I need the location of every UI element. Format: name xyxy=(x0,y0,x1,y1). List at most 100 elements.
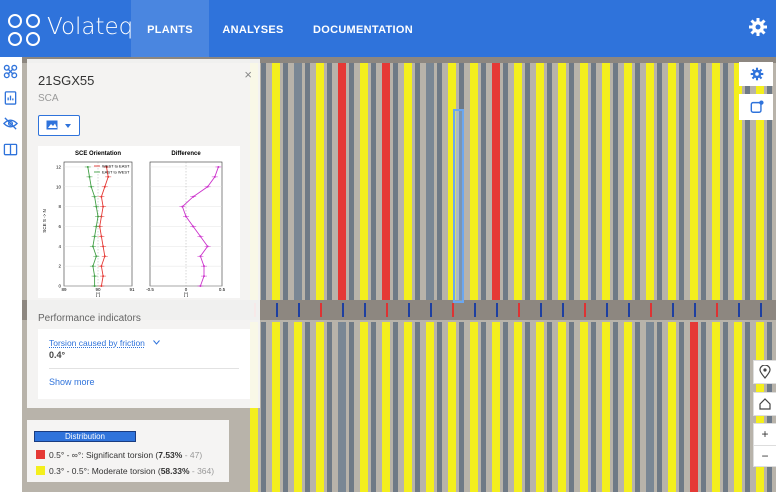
collector-strip[interactable] xyxy=(624,322,632,492)
collector-mirror xyxy=(723,63,728,300)
collector-mirror xyxy=(569,322,574,492)
collector-strip[interactable] xyxy=(470,63,478,300)
collector-strip[interactable] xyxy=(294,322,302,492)
pylon-marker xyxy=(276,303,278,317)
collector-mirror xyxy=(569,63,574,300)
kpi-torsion-label[interactable]: Torsion caused by friction xyxy=(49,338,145,348)
right-chart-title: Difference xyxy=(171,151,201,157)
collector-mirror xyxy=(613,322,618,492)
locate-button[interactable] xyxy=(753,360,776,384)
collector-mirror xyxy=(349,63,354,300)
legend-row-significant: 0.5° - ∞°: Significant torsion (7.53% - … xyxy=(36,450,202,460)
selected-collector[interactable] xyxy=(453,109,464,303)
show-more-link[interactable]: Show more xyxy=(49,377,95,387)
data-point xyxy=(199,235,202,238)
collector-strip[interactable] xyxy=(668,63,676,300)
collector-strip[interactable] xyxy=(536,63,544,300)
collector-strip[interactable] xyxy=(536,322,544,492)
collector-strip[interactable] xyxy=(426,63,434,300)
collector-strip[interactable] xyxy=(338,322,346,492)
collector-strip[interactable] xyxy=(492,63,500,300)
collector-strip[interactable] xyxy=(514,322,522,492)
collector-strip[interactable] xyxy=(338,63,346,300)
collector-strip[interactable] xyxy=(316,63,324,300)
zoom-in-button[interactable]: + xyxy=(754,424,776,445)
collector-strip[interactable] xyxy=(646,63,654,300)
image-select-dropdown[interactable] xyxy=(38,115,80,136)
pylon-marker xyxy=(694,303,696,317)
collector-strip[interactable] xyxy=(668,322,676,492)
collector-strip[interactable] xyxy=(448,322,456,492)
collector-strip[interactable] xyxy=(580,63,588,300)
zoom-out-button[interactable]: − xyxy=(754,445,776,467)
drone-icon[interactable] xyxy=(3,64,18,79)
tab-documentation[interactable]: DOCUMENTATION xyxy=(303,0,423,57)
y-tick-label: 10 xyxy=(56,184,62,189)
close-panel-button[interactable]: × xyxy=(244,67,252,82)
settings-gear-icon[interactable] xyxy=(748,17,768,37)
legend-range: 0.5° - ∞°: Significant torsion ( xyxy=(49,450,159,460)
collector-strip[interactable] xyxy=(602,63,610,300)
collector-strip[interactable] xyxy=(712,63,720,300)
collector-strip[interactable] xyxy=(316,322,324,492)
brand-name[interactable]: Volateq xyxy=(47,14,133,40)
chevron-down-icon[interactable] xyxy=(153,340,160,345)
map-settings-button[interactable] xyxy=(739,62,773,86)
collector-strip[interactable] xyxy=(360,63,368,300)
collector-strip[interactable] xyxy=(646,322,654,492)
map-notification-button[interactable] xyxy=(739,94,773,120)
collector-strip[interactable] xyxy=(382,63,390,300)
collector-mirror xyxy=(393,63,398,300)
collector-strip[interactable] xyxy=(382,322,390,492)
collector-mirror xyxy=(525,63,530,300)
notification-icon xyxy=(750,100,764,113)
legend-row-moderate: 0.3° - 0.5°: Moderate torsion (58.33% - … xyxy=(36,466,214,476)
data-point xyxy=(199,285,202,287)
collector-strip[interactable] xyxy=(272,322,280,492)
x-tick-label: 91 xyxy=(129,287,135,292)
book-icon[interactable] xyxy=(3,142,18,157)
collector-strip[interactable] xyxy=(690,63,698,300)
collector-strip[interactable] xyxy=(514,63,522,300)
collector-mirror xyxy=(415,63,420,300)
hide-eye-icon[interactable] xyxy=(3,116,18,131)
collector-strip[interactable] xyxy=(294,63,302,300)
collector-strip[interactable] xyxy=(690,322,698,492)
collector-strip[interactable] xyxy=(624,63,632,300)
collector-strip[interactable] xyxy=(404,63,412,300)
left-toolbar xyxy=(0,57,22,492)
pylon-marker xyxy=(672,303,674,317)
collector-mirror xyxy=(437,63,442,300)
legend-entry: WEST to EAST xyxy=(102,164,130,169)
collector-strip[interactable] xyxy=(470,322,478,492)
data-point xyxy=(185,215,187,218)
data-point xyxy=(192,195,195,198)
collector-strip[interactable] xyxy=(712,322,720,492)
pylon-marker xyxy=(320,303,322,317)
collector-strip[interactable] xyxy=(580,322,588,492)
pylon-marker xyxy=(650,303,652,317)
report-clipboard-icon[interactable] xyxy=(3,90,18,105)
collector-strip[interactable] xyxy=(602,322,610,492)
collector-mirror xyxy=(701,322,706,492)
collector-strip[interactable] xyxy=(404,322,412,492)
data-point xyxy=(100,285,103,287)
collector-strip[interactable] xyxy=(360,322,368,492)
collector-mirror xyxy=(679,63,684,300)
collector-strip[interactable] xyxy=(558,322,566,492)
performance-indicators-heading: Performance indicators xyxy=(38,313,141,324)
collector-mirror xyxy=(679,322,684,492)
collector-type: SCA xyxy=(38,93,59,104)
pylon-marker xyxy=(738,303,740,317)
data-point xyxy=(90,185,93,188)
tab-plants[interactable]: PLANTS xyxy=(131,0,209,57)
collector-strip[interactable] xyxy=(558,63,566,300)
collector-strip[interactable] xyxy=(734,322,742,492)
collector-strip[interactable] xyxy=(492,322,500,492)
collector-strip[interactable] xyxy=(426,322,434,492)
data-point xyxy=(213,175,216,178)
collector-mirror xyxy=(305,322,310,492)
home-button[interactable] xyxy=(753,392,776,416)
collector-strip[interactable] xyxy=(272,63,280,300)
tab-analyses[interactable]: ANALYSES xyxy=(213,0,293,57)
